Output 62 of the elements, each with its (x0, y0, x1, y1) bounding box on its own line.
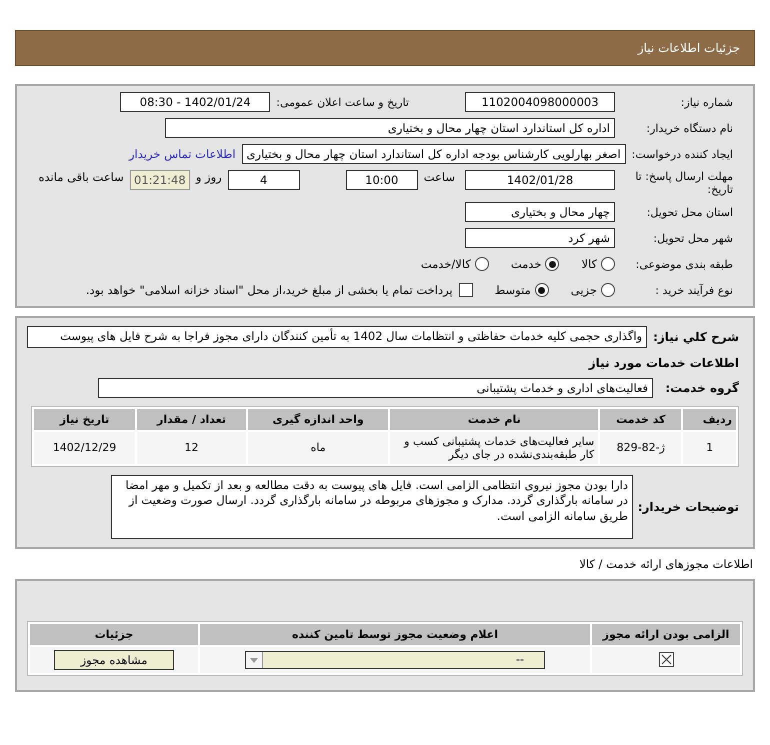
radio-label: جزیی (570, 283, 597, 297)
remaining-label: ساعت باقی مانده (38, 170, 124, 184)
column-header: اعلام وضعیت مجوز توسط تامین کننده (200, 624, 590, 645)
field-label: گروه خدمت: (664, 380, 739, 395)
deadline-date-field: 1402/01/28 (465, 170, 615, 190)
column-header: تاریخ نیاز (34, 408, 136, 430)
field-label: شهر محل تحویل: (652, 232, 733, 244)
table-cell: سایر فعالیت‌های خدمات پشتیبانی کسب و کار طبقه‌بندی‌نشده در جای دیگر (390, 432, 598, 464)
field-label: نام دستگاه خریدار: (645, 122, 733, 134)
field-label: توضیحات خریدار: (639, 500, 739, 514)
field-label: ایجاد کننده درخواست: (632, 148, 733, 160)
summary-text: واگذاری حجمی کلیه خدمات حفاظتی و انتظامات سال 1402 به تأمین کنندگان دارای مجوز فراجا به شرح فایل های پیوست (27, 326, 648, 348)
buyer-notes-text: دارا بودن مجوز نیروی انتظامی الزامی است. فایل های پیوست به دقت مطالعه و بعد از تکمیل و مهر امضا در سامانه بارگذاری گردد. مدارک و مجوزهای مربوطه در سامانه بارگذاری گردد. ارسال صورت وضعیت از طریق سامانه الزامی است. (111, 474, 633, 539)
status-dropdown[interactable]: -- (245, 650, 545, 669)
radio-button[interactable] (601, 283, 615, 297)
buyer-field: اداره کل استاندارد استان چهار محال و بختیاری (165, 118, 615, 138)
remaining-time-field: 01:21:48 (130, 170, 190, 190)
radio-button[interactable] (545, 257, 560, 271)
table-cell: 1402/12/29 (34, 432, 136, 464)
service-group-field: فعالیت‌های اداری و خدمات پشتیبانی (98, 378, 653, 398)
field-label: شماره نیاز: (680, 96, 733, 108)
radio-label: کالا/خدمت (420, 257, 471, 271)
field-label: طبقه بندی موضوعی: (634, 258, 733, 270)
radio-button[interactable] (474, 257, 489, 271)
table-cell: 12 (137, 432, 246, 464)
buyer-contact-link[interactable]: اطلاعات تماس خریدار (129, 147, 236, 161)
province-field: چهار محال و بختیاری (465, 202, 615, 222)
column-header: واحد اندازه گیری (248, 408, 388, 430)
field-label: مهلت ارسال پاسخ: تا تاریخ: (634, 170, 733, 196)
days-field: 4 (228, 170, 300, 190)
column-header: ردیف (683, 408, 736, 430)
table-cell: 1 (683, 432, 736, 464)
need-number-field: 1102004098000003 (465, 92, 615, 112)
announce-date-field: 1402/01/24 - 08:30 (120, 92, 270, 112)
payment-note: پرداخت تمام یا بخشی از مبلغ خرید،از محل "اسناد خزانه اسلامی" خواهد بود. (86, 283, 453, 297)
radio-label: خدمت (510, 257, 542, 271)
field-label: تاریخ و ساعت اعلان عمومی: (276, 96, 409, 108)
radio-label: کالا (581, 257, 597, 271)
radio-label: متوسط (494, 283, 531, 297)
view-permit-button[interactable]: مشاهده مجوز (54, 650, 174, 670)
time-label: ساعت (424, 170, 455, 184)
field-label: استان محل تحویل: (646, 206, 733, 218)
column-header: تعداد / مقدار (137, 408, 246, 430)
radio-button[interactable] (534, 283, 549, 297)
days-label: روز و (196, 170, 222, 184)
table-cell: ژ-82-829 (600, 432, 682, 464)
column-header: کد خدمت (600, 408, 682, 430)
section-title: اطلاعات مجوزهای ارائه خدمت / کالا (578, 556, 754, 571)
requester-field: اصغر بهارلویی کارشناس بودجه اداره کل استاندارد استان چهار محال و بختیاری (242, 144, 626, 164)
checkbox[interactable] (458, 283, 473, 297)
section-heading: اطلاعات خدمات مورد نیاز (587, 356, 739, 370)
field-label: شرح کلي نياز: (653, 330, 739, 344)
column-header: جزئیات (30, 624, 198, 645)
column-header: الزامی بودن ارائه مجوز (592, 624, 740, 645)
caret-icon (246, 652, 263, 668)
column-header: نام خدمت (390, 408, 598, 430)
deadline-time-field: 10:00 (346, 170, 418, 190)
radio-button[interactable] (601, 257, 615, 271)
page-header: جزئیات اطلاعات نیاز (15, 30, 755, 66)
city-field: شهر کرد (465, 228, 615, 248)
table-cell: ماه (248, 432, 388, 464)
field-label: نوع فرآیند خرید : (654, 284, 733, 296)
